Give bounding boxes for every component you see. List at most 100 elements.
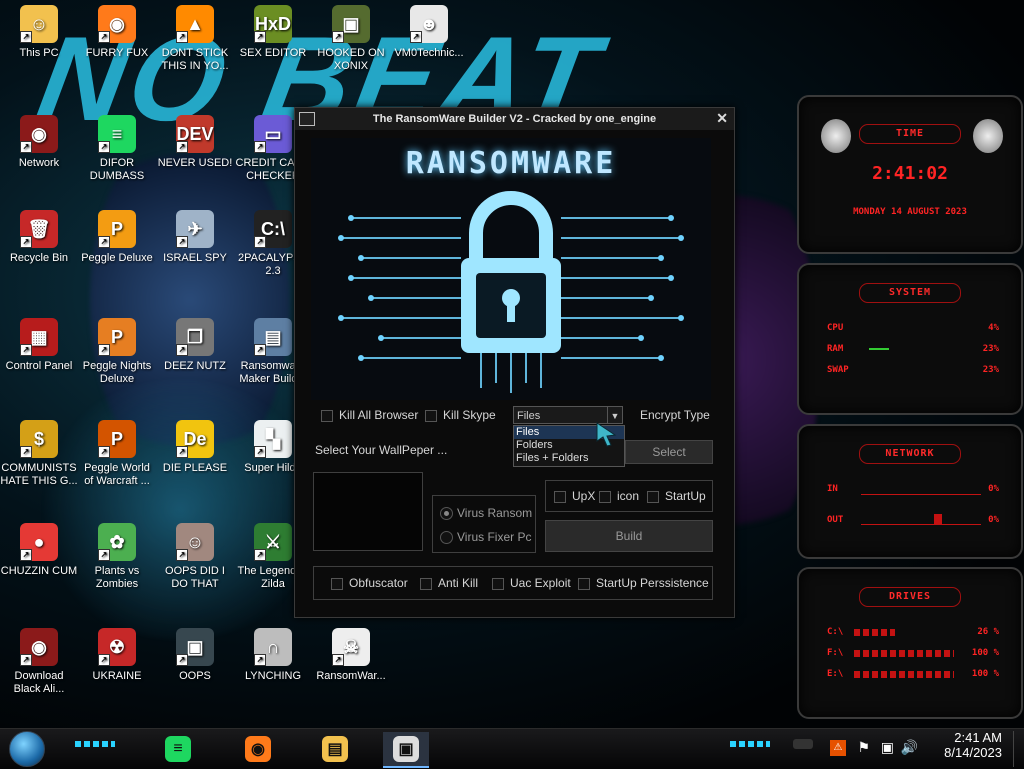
taskbar: ≡ ◉ ▤ ▣ ⚠ ⚑ ▣ 🔊 2:41 AM 8/14/2023 bbox=[0, 728, 1024, 769]
desktop-icon[interactable]: P ↗ Peggle World of Warcraft ... bbox=[78, 420, 156, 488]
virus-fixer-label: Virus Fixer Pc bbox=[457, 530, 532, 544]
window-app-icon bbox=[299, 112, 315, 126]
uac-exploit-checkbox[interactable]: Uac Exploit bbox=[492, 576, 571, 590]
desktop-icon[interactable]: De ↗ DIE PLEASE bbox=[156, 420, 234, 475]
spy-icon: ✈ ↗ bbox=[176, 210, 214, 248]
mouse-cursor-icon bbox=[596, 422, 617, 447]
shortcut-arrow-icon: ↗ bbox=[20, 141, 32, 153]
network-title: NETWORK bbox=[859, 444, 961, 464]
desktop-icon[interactable]: ▲ ↗ DONT STICK THIS IN YO... bbox=[156, 5, 234, 73]
icon-glyph: ▣ bbox=[342, 13, 360, 34]
virus-fixer-radio[interactable]: Virus Fixer Pc bbox=[440, 530, 532, 545]
drive-value: 100 % bbox=[971, 648, 999, 658]
zelda-icon: ⚔ ↗ bbox=[254, 523, 292, 561]
desktop-icon[interactable]: ● ↗ CHUZZIN CUM bbox=[0, 523, 78, 578]
firefox-taskbar-button[interactable]: ◉ bbox=[235, 732, 281, 766]
desktop-icon[interactable]: ☻ ↗ VM0Technic... bbox=[390, 5, 468, 60]
select-button[interactable]: Select bbox=[625, 440, 713, 464]
encrypt-option-files-folders[interactable]: Files + Folders bbox=[514, 452, 624, 465]
ransomware-builder-window[interactable]: The RansomWare Builder V2 - Cracked by o… bbox=[294, 107, 735, 618]
desktop-icon[interactable]: ▣ ↗ OOPS bbox=[156, 628, 234, 683]
desktop-icon[interactable]: ❐ ↗ DEEZ NUTZ bbox=[156, 318, 234, 373]
desktop-icon[interactable]: ▦ ↗ Control Panel bbox=[0, 318, 78, 373]
icon-glyph: ☺ bbox=[185, 531, 205, 552]
start-button[interactable] bbox=[9, 731, 45, 767]
startup-persistence-checkbox[interactable]: StartUp Perssistence bbox=[578, 576, 709, 590]
shortcut-arrow-icon: ↗ bbox=[254, 344, 266, 356]
shortcut-arrow-icon: ↗ bbox=[176, 31, 188, 43]
window-titlebar[interactable]: The RansomWare Builder V2 - Cracked by o… bbox=[295, 108, 734, 130]
anti-kill-checkbox[interactable]: Anti Kill bbox=[420, 576, 478, 590]
show-desktop-button[interactable] bbox=[1013, 731, 1020, 767]
kill-skype-checkbox[interactable]: Kill Skype bbox=[425, 408, 496, 422]
desktop-icon[interactable]: ☺ ↗ OOPS DID I DO THAT bbox=[156, 523, 234, 591]
desktop-icon[interactable]: ☢ ↗ UKRAINE bbox=[78, 628, 156, 683]
build-button[interactable]: Build bbox=[545, 520, 713, 552]
shortcut-arrow-icon: ↗ bbox=[254, 236, 266, 248]
desktop-icon-label: OOPS DID I DO THAT bbox=[165, 565, 225, 590]
desktop-icon[interactable]: ✈ ↗ ISRAEL SPY bbox=[156, 210, 234, 265]
desktop-icon[interactable]: ✿ ↗ Plants vs Zombies bbox=[78, 523, 156, 591]
desktop-icon[interactable]: HxD ↗ SEX EDITOR bbox=[234, 5, 312, 60]
icon-glyph: ▭ bbox=[264, 123, 282, 144]
virus-ransom-radio[interactable]: Virus Ransom bbox=[440, 506, 532, 521]
volume-icon[interactable]: 🔊 bbox=[901, 739, 918, 756]
cpu-label: CPU bbox=[827, 323, 844, 333]
desktop-icon[interactable]: ◉ ↗ Network bbox=[0, 115, 78, 170]
desktop-icon-label: DIFOR DUMBASS bbox=[89, 157, 145, 182]
icon-glyph: ▤ bbox=[264, 326, 282, 347]
startup-checkbox[interactable]: StartUp bbox=[647, 489, 706, 503]
firefox-icon: ◉ ↗ bbox=[98, 5, 136, 43]
close-icon[interactable]: ✕ bbox=[716, 110, 728, 127]
desktop-icon[interactable]: ◉ ↗ FURRY FUX bbox=[78, 5, 156, 60]
network-tray-icon[interactable]: ▣ bbox=[881, 739, 894, 756]
cpu-value: 4% bbox=[988, 323, 999, 333]
desktop-icon-label: DONT STICK THIS IN YO... bbox=[161, 47, 229, 72]
net-out-spike bbox=[934, 514, 942, 524]
desktop-icon[interactable]: P ↗ Peggle Nights Deluxe bbox=[78, 318, 156, 386]
drive-value: 100 % bbox=[971, 669, 999, 679]
obfuscator-label: Obfuscator bbox=[349, 576, 408, 590]
net-in-value: 0% bbox=[988, 484, 999, 494]
drive-label: F:\ bbox=[827, 648, 844, 658]
upx-checkbox[interactable]: UpX bbox=[554, 489, 595, 503]
devcpp-icon: DEV ↗ bbox=[176, 115, 214, 153]
desktop-icon[interactable]: ≡ ↗ DIFOR DUMBASS bbox=[78, 115, 156, 183]
desktop-icon[interactable]: $ ↗ COMMUNISTS HATE THIS G... bbox=[0, 420, 78, 488]
desktop-icon[interactable]: P ↗ Peggle Deluxe bbox=[78, 210, 156, 265]
desktop-icon[interactable]: ◉ ↗ Download Black Ali... bbox=[0, 628, 78, 696]
desktop-icon[interactable]: ∩ ↗ LYNCHING bbox=[234, 628, 312, 683]
icon-glyph: ☺ bbox=[29, 13, 49, 34]
show-hidden-icons[interactable] bbox=[793, 739, 813, 749]
desktop-icon-label: Plants vs Zombies bbox=[94, 565, 140, 590]
shortcut-arrow-icon: ↗ bbox=[332, 654, 344, 666]
time-clock: 2:41:02 bbox=[872, 163, 948, 184]
desktop-icon[interactable]: ▣ ↗ HOOKED ON XONIX bbox=[312, 5, 390, 73]
security-tray-icon[interactable]: ⚠ bbox=[830, 740, 846, 756]
obfuscator-checkbox[interactable]: Obfuscator bbox=[331, 576, 408, 590]
icon-glyph: P bbox=[110, 428, 123, 449]
explorer-taskbar-button[interactable]: ▤ bbox=[312, 732, 358, 766]
encrypt-type-label: Encrypt Type bbox=[640, 408, 710, 422]
system-title: SYSTEM bbox=[859, 283, 961, 303]
taskbar-clock[interactable]: 2:41 AM 8/14/2023 bbox=[944, 730, 1002, 760]
network-icon: ◉ ↗ bbox=[20, 115, 58, 153]
kill-all-browser-checkbox[interactable]: Kill All Browser bbox=[321, 408, 418, 422]
net-out-graph bbox=[861, 524, 981, 525]
pixel-game-icon: ▚ ↗ bbox=[254, 420, 292, 458]
drive-label: C:\ bbox=[827, 627, 844, 637]
icon-checkbox[interactable]: icon bbox=[599, 489, 639, 503]
desktop-icon[interactable]: DEV ↗ NEVER USED! bbox=[156, 115, 234, 170]
desktop-icon[interactable]: ☠ ↗ RansomWar... bbox=[312, 628, 390, 683]
shortcut-arrow-icon: ↗ bbox=[98, 141, 110, 153]
icon-glyph: $ bbox=[33, 428, 44, 449]
icon-glyph: ⚔ bbox=[264, 531, 282, 552]
desktop-icon[interactable]: ☺ ↗ This PC bbox=[0, 5, 78, 60]
icon-glyph: ▚ bbox=[266, 428, 280, 449]
spotify-like-taskbar-button[interactable]: ≡ bbox=[155, 732, 201, 766]
shortcut-arrow-icon: ↗ bbox=[410, 31, 422, 43]
desktop-icon[interactable]: 🗑 ↗ Recycle Bin bbox=[0, 210, 78, 265]
flag-icon[interactable]: ⚑ bbox=[857, 739, 870, 756]
icon-glyph: ☻ bbox=[419, 13, 439, 34]
builder-taskbar-button[interactable]: ▣ bbox=[383, 732, 429, 768]
